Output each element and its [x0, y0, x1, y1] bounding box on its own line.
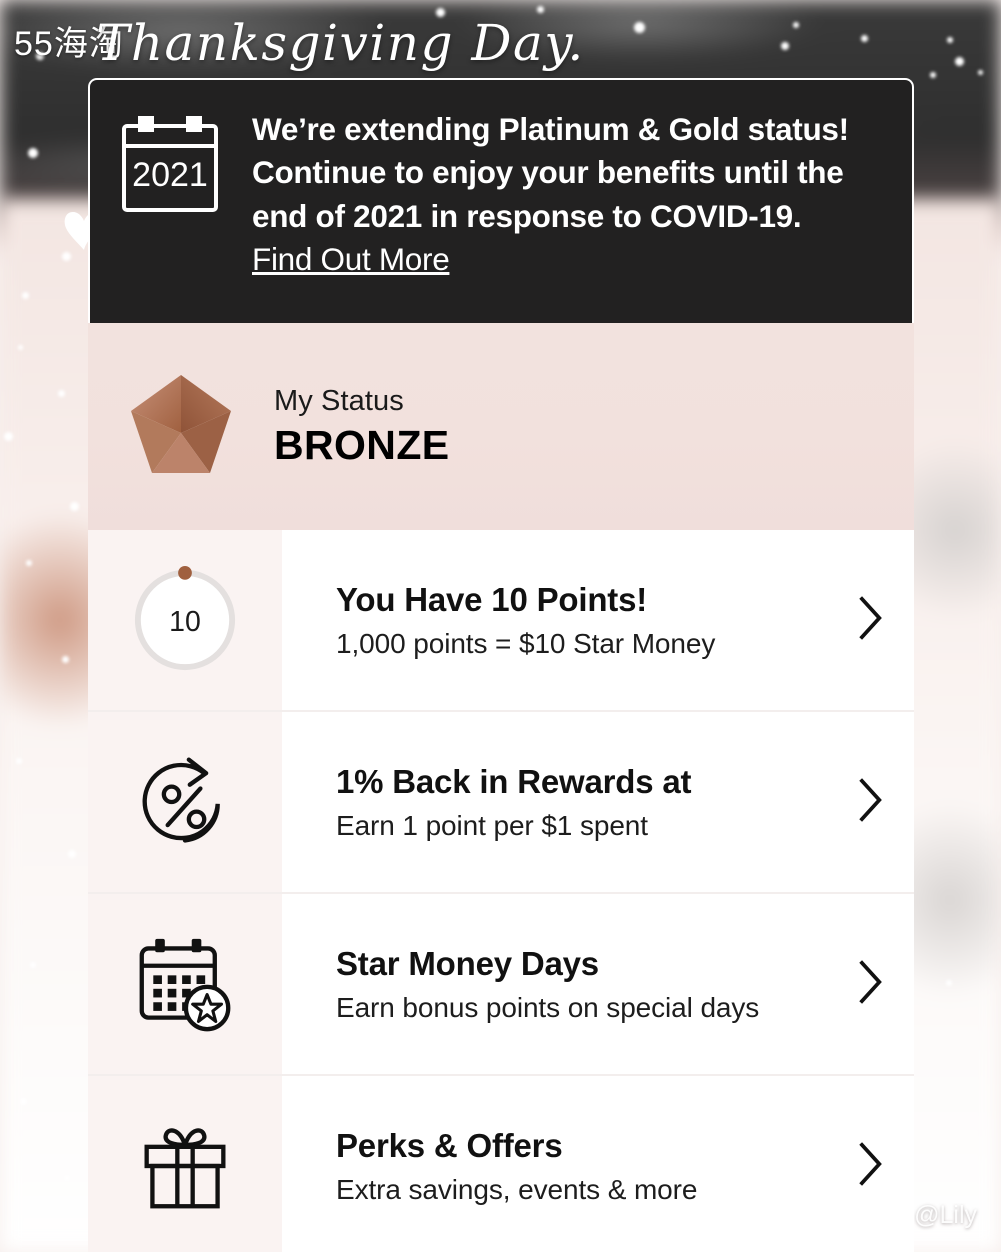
sparkle	[946, 980, 952, 986]
banner-message-text: We’re extending Platinum & Gold status! …	[252, 111, 849, 234]
sparkle	[634, 22, 645, 33]
sparkle	[20, 1098, 27, 1105]
status-label: My Status	[274, 384, 404, 417]
sparkle	[62, 252, 71, 261]
sparkle	[28, 148, 38, 158]
thanksgiving-script-text: Thanksgiving Day.	[96, 14, 585, 72]
chevron-right-icon[interactable]	[856, 957, 884, 1012]
list-item-rewards[interactable]: 1% Back in Rewards at Earn 1 point per $…	[88, 710, 914, 892]
list-item-star-money-days[interactable]: Star Money Days Earn bonus points on spe…	[88, 892, 914, 1074]
calendar-star-icon	[88, 894, 282, 1074]
chevron-right-icon[interactable]	[856, 593, 884, 648]
points-ring-icon: 10	[88, 530, 282, 710]
author-watermark: @Lily	[914, 1201, 977, 1229]
find-out-more-link[interactable]: Find Out More	[252, 241, 450, 277]
row-body: Perks & Offers Extra savings, events & m…	[282, 1076, 914, 1252]
chevron-right-icon[interactable]	[856, 775, 884, 830]
sparkle	[64, 1175, 70, 1181]
sparkle	[16, 758, 22, 764]
sparkle	[4, 432, 13, 441]
status-text-group: My Status BRONZE	[274, 385, 450, 469]
row-subtitle: Earn 1 point per $1 spent	[336, 809, 648, 841]
sparkle	[537, 6, 544, 13]
bronze-star-icon	[126, 371, 244, 482]
status-tier-value: BRONZE	[274, 421, 450, 468]
sparkle	[68, 850, 76, 858]
list-item-points[interactable]: 10 You Have 10 Points! 1,000 points = $1…	[88, 530, 914, 710]
sparkle	[861, 35, 868, 42]
sparkle	[62, 656, 69, 663]
row-text-group: You Have 10 Points! 1,000 points = $10 S…	[336, 581, 715, 660]
sparkle	[947, 37, 953, 43]
rewards-app-screenshot: 2021 We’re extending Platinum & Gold sta…	[88, 78, 914, 1252]
row-title: You Have 10 Points!	[336, 580, 648, 618]
row-title: Perks & Offers	[336, 1126, 563, 1164]
gift-icon	[88, 1076, 282, 1252]
calendar-year-label: 2021	[132, 156, 208, 194]
row-body: You Have 10 Points! 1,000 points = $10 S…	[282, 530, 914, 710]
chevron-right-icon[interactable]	[856, 1139, 884, 1194]
row-text-group: Star Money Days Earn bonus points on spe…	[336, 945, 759, 1024]
sparkle	[978, 70, 983, 75]
row-subtitle: Earn bonus points on special days	[336, 991, 760, 1023]
sparkle	[930, 72, 936, 78]
sparkle	[22, 292, 29, 299]
my-status-section[interactable]: My Status BRONZE	[88, 323, 914, 530]
calendar-icon: 2021	[114, 106, 226, 323]
sparkle	[30, 962, 36, 968]
banner-message: We’re extending Platinum & Gold status! …	[252, 106, 888, 323]
rewards-row-list: 10 You Have 10 Points! 1,000 points = $1…	[88, 530, 914, 1252]
sparkle	[70, 502, 79, 511]
sparkle	[793, 22, 799, 28]
sparkle	[781, 42, 789, 50]
list-item-perks-offers[interactable]: Perks & Offers Extra savings, events & m…	[88, 1074, 914, 1252]
row-body: 1% Back in Rewards at Earn 1 point per $…	[282, 712, 914, 892]
row-body: Star Money Days Earn bonus points on spe…	[282, 894, 914, 1074]
row-subtitle: Extra savings, events & more	[336, 1173, 698, 1205]
sparkle	[26, 560, 32, 566]
row-text-group: Perks & Offers Extra savings, events & m…	[336, 1127, 697, 1206]
sparkle	[58, 390, 65, 397]
row-title: 1% Back in Rewards at	[336, 762, 692, 800]
row-title: Star Money Days	[336, 944, 599, 982]
points-ring-value: 10	[169, 606, 201, 638]
percent-refresh-icon	[88, 712, 282, 892]
sparkle	[18, 345, 23, 350]
row-text-group: 1% Back in Rewards at Earn 1 point per $…	[336, 763, 691, 842]
sparkle	[955, 57, 964, 66]
covid-status-extension-banner: 2021 We’re extending Platinum & Gold sta…	[88, 78, 914, 323]
row-subtitle: 1,000 points = $10 Star Money	[336, 627, 716, 659]
